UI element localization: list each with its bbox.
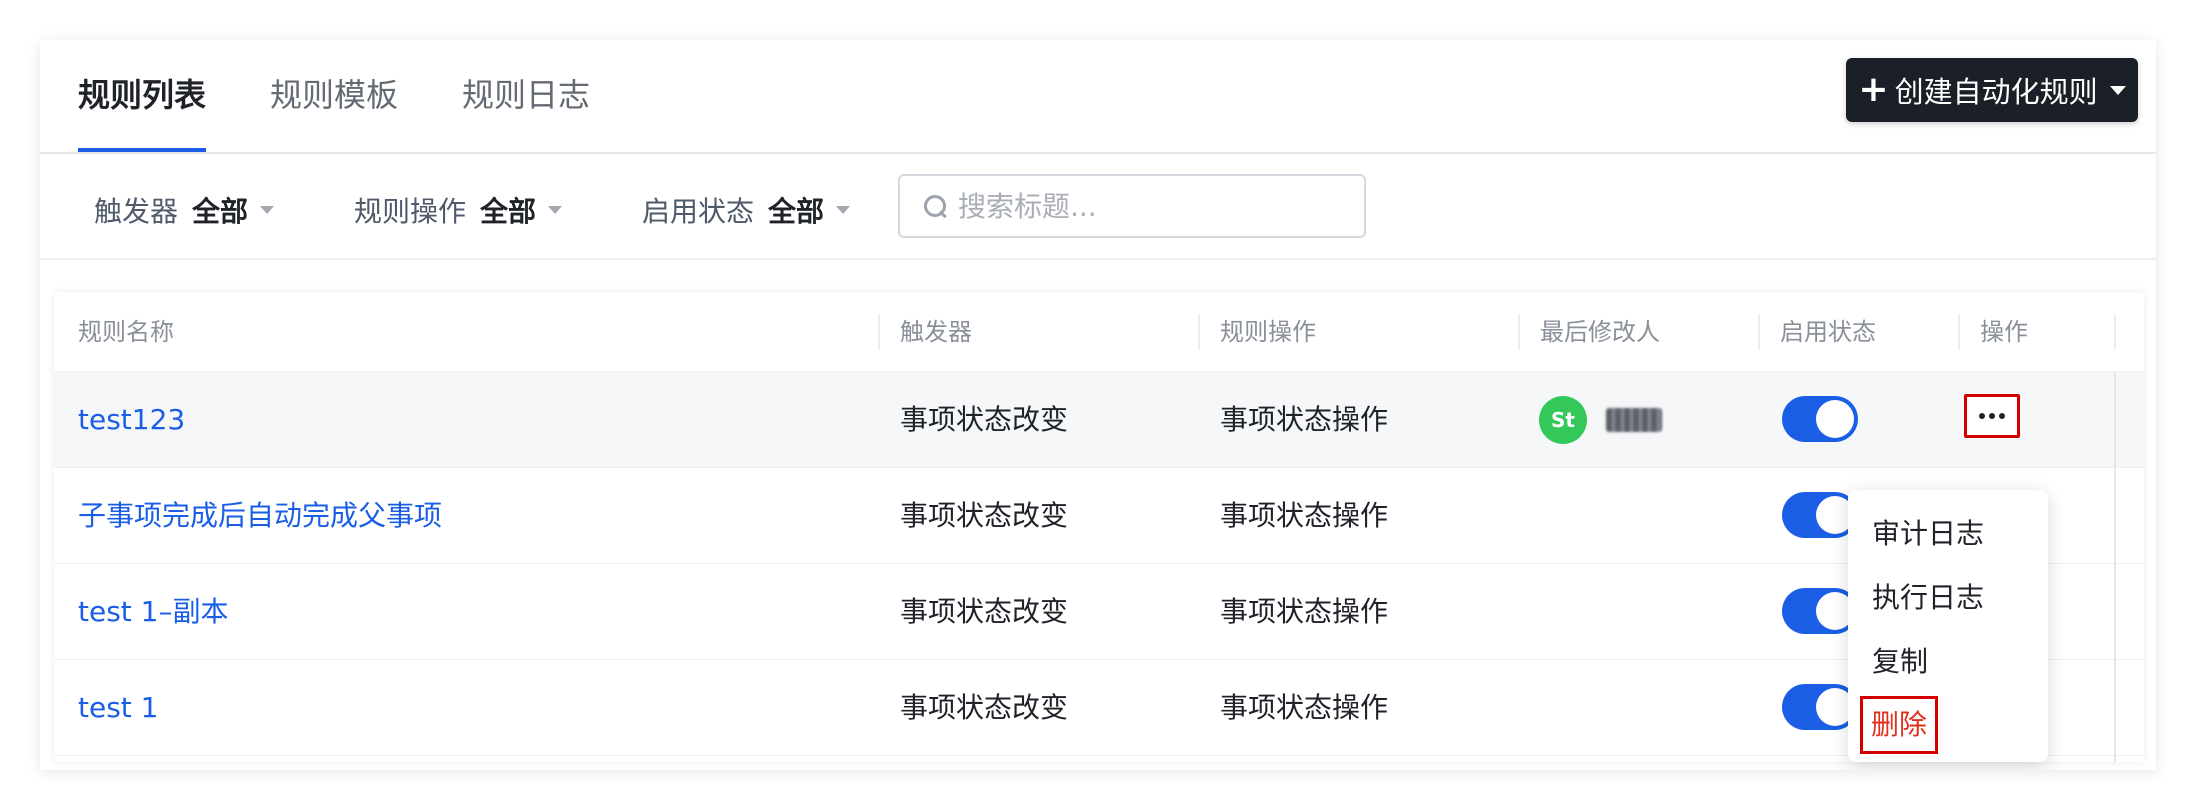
table-row: test 1 事项状态改变 事项状态操作 bbox=[54, 660, 2144, 756]
enabled-toggle[interactable] bbox=[1782, 492, 1858, 538]
table-row: test123 事项状态改变 事项状态操作 St bbox=[54, 372, 2144, 468]
rule-action: 事项状态操作 bbox=[1220, 403, 1389, 436]
caret-down-icon bbox=[260, 206, 275, 214]
caret-down-icon bbox=[836, 206, 851, 214]
rule-trigger: 事项状态改变 bbox=[900, 403, 1069, 436]
ellipsis-dot bbox=[1979, 413, 1985, 419]
search-input[interactable] bbox=[958, 189, 1358, 223]
menu-item-execution-log[interactable]: 执行日志 bbox=[1872, 576, 1984, 616]
column-divider bbox=[1518, 314, 1520, 350]
rule-action: 事项状态操作 bbox=[1220, 595, 1389, 628]
rule-name-link[interactable]: test 1–副本 bbox=[78, 564, 229, 660]
column-header-enabled-status: 启用状态 bbox=[1780, 318, 1876, 346]
more-actions-menu: 审计日志 执行日志 复制 删除 bbox=[1848, 490, 2048, 762]
filter-rule-action[interactable]: 规则操作 全部 bbox=[354, 190, 563, 230]
active-tab-indicator bbox=[78, 148, 206, 152]
rules-panel: 规则列表 规则模板 规则日志 + 创建自动化规则 触发器 全部 规则操作 全部 … bbox=[40, 40, 2156, 770]
enabled-toggle[interactable] bbox=[1782, 588, 1858, 634]
column-divider bbox=[1958, 314, 1960, 350]
filter-label: 启用状态 bbox=[642, 195, 755, 228]
redacted-modifier-name bbox=[1606, 408, 1662, 432]
rule-name-link[interactable]: test 1 bbox=[78, 660, 159, 756]
rule-trigger: 事项状态改变 bbox=[900, 691, 1069, 724]
filter-enabled-status[interactable]: 启用状态 全部 bbox=[642, 190, 851, 230]
enabled-toggle[interactable] bbox=[1782, 396, 1858, 442]
ellipsis-dot bbox=[1989, 413, 1995, 419]
filter-value: 全部 bbox=[192, 195, 249, 228]
tab-rule-logs[interactable]: 规则日志 bbox=[462, 70, 590, 116]
filter-value: 全部 bbox=[480, 195, 537, 228]
menu-item-copy[interactable]: 复制 bbox=[1872, 640, 1928, 680]
caret-down-icon bbox=[548, 206, 563, 214]
more-actions-button[interactable] bbox=[1964, 394, 2020, 438]
rule-action: 事项状态操作 bbox=[1220, 691, 1389, 724]
avatar: St bbox=[1539, 396, 1587, 444]
rules-table: 规则名称 触发器 规则操作 最后修改人 启用状态 操作 test123 事项状态… bbox=[54, 292, 2144, 762]
toggle-knob bbox=[1816, 400, 1854, 438]
filter-label: 规则操作 bbox=[354, 195, 467, 228]
column-divider bbox=[1198, 314, 1200, 350]
tab-rule-templates[interactable]: 规则模板 bbox=[270, 70, 398, 116]
column-header-rule-name: 规则名称 bbox=[78, 318, 174, 346]
column-header-last-modifier: 最后修改人 bbox=[1540, 318, 1660, 346]
filter-trigger[interactable]: 触发器 全部 bbox=[94, 190, 275, 230]
filter-bar: 触发器 全部 规则操作 全部 启用状态 全部 bbox=[40, 154, 2156, 260]
column-divider bbox=[878, 314, 880, 350]
column-divider bbox=[2114, 314, 2116, 350]
rule-name-link[interactable]: test123 bbox=[78, 372, 185, 468]
ellipsis-dot bbox=[1999, 413, 2005, 419]
filter-label: 触发器 bbox=[94, 195, 179, 228]
tab-rule-list[interactable]: 规则列表 bbox=[78, 70, 206, 116]
caret-down-icon bbox=[2109, 85, 2126, 95]
column-divider bbox=[1758, 314, 1760, 350]
rule-trigger: 事项状态改变 bbox=[900, 499, 1069, 532]
menu-item-audit-log[interactable]: 审计日志 bbox=[1872, 512, 1984, 552]
column-header-rule-action: 规则操作 bbox=[1220, 318, 1316, 346]
rule-action: 事项状态操作 bbox=[1220, 499, 1389, 532]
column-header-operations: 操作 bbox=[1980, 318, 2028, 346]
menu-item-delete[interactable]: 删除 bbox=[1860, 696, 1939, 754]
tabs-bar: 规则列表 规则模板 规则日志 + 创建自动化规则 bbox=[40, 40, 2156, 154]
column-header-trigger: 触发器 bbox=[900, 318, 972, 346]
search-icon bbox=[922, 193, 948, 219]
scroll-divider bbox=[2114, 372, 2116, 762]
filter-value: 全部 bbox=[768, 195, 825, 228]
enabled-toggle[interactable] bbox=[1782, 684, 1858, 730]
table-header: 规则名称 触发器 规则操作 最后修改人 启用状态 操作 bbox=[54, 292, 2144, 372]
search-box bbox=[898, 174, 1366, 238]
table-row: test 1–副本 事项状态改变 事项状态操作 bbox=[54, 564, 2144, 660]
create-automation-rule-button[interactable]: + 创建自动化规则 bbox=[1846, 58, 2138, 122]
plus-icon: + bbox=[1858, 69, 1889, 110]
create-button-label: 创建自动化规则 bbox=[1894, 75, 2098, 109]
rule-trigger: 事项状态改变 bbox=[900, 595, 1069, 628]
table-row: 子事项完成后自动完成父事项 事项状态改变 事项状态操作 bbox=[54, 468, 2144, 564]
rule-name-link[interactable]: 子事项完成后自动完成父事项 bbox=[78, 468, 442, 564]
